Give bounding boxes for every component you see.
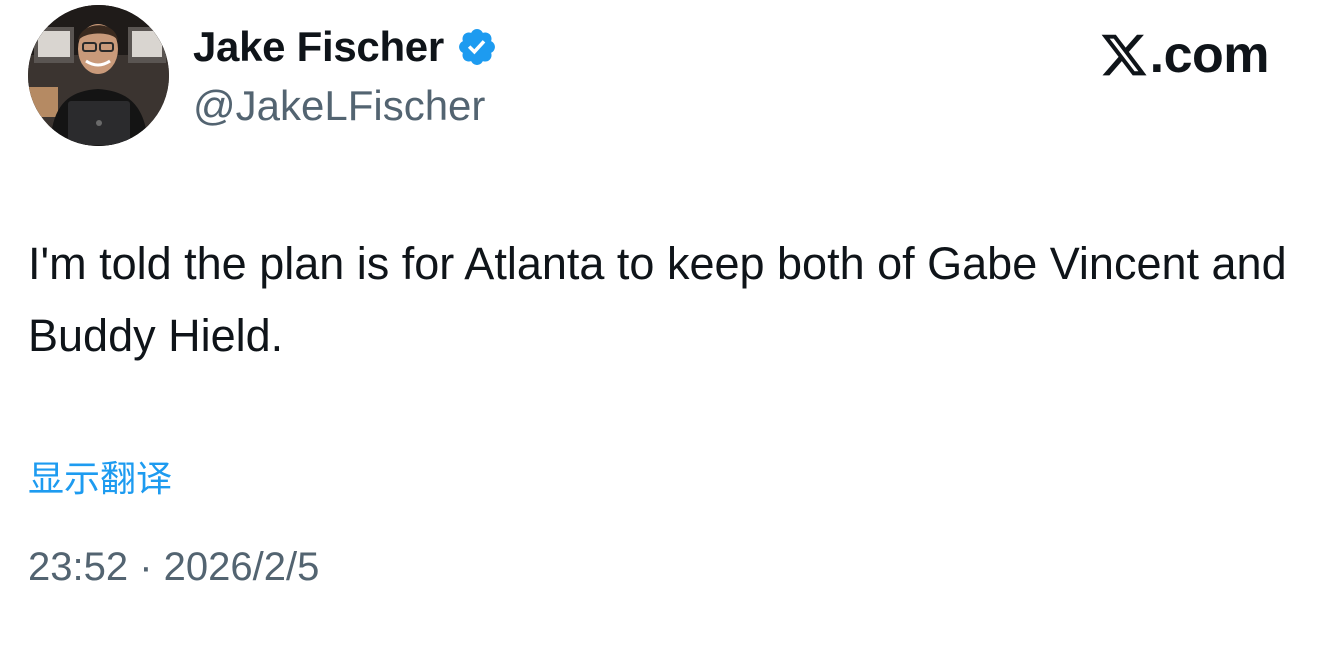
tweet-timestamp[interactable]: 23:52 · 2026/2/5 <box>28 545 319 590</box>
brand-domain-suffix: .com <box>1149 26 1270 84</box>
tweet-card: Jake Fischer @JakeLFischer .com I'm told… <box>0 0 1320 653</box>
author-info: Jake Fischer @JakeLFischer <box>193 20 498 130</box>
x-logo-icon <box>1099 30 1149 80</box>
verified-badge-icon <box>456 26 498 68</box>
tweet-text: I'm told the plan is for Atlanta to keep… <box>28 238 1287 361</box>
author-handle[interactable]: @JakeLFischer <box>193 82 498 130</box>
avatar-image <box>28 5 169 146</box>
avatar[interactable] <box>28 5 169 146</box>
show-translation-link[interactable]: 显示翻译 <box>28 450 172 502</box>
author-name-row: Jake Fischer <box>193 20 498 74</box>
brand-watermark: .com <box>1099 26 1270 84</box>
author-display-name[interactable]: Jake Fischer <box>193 23 444 71</box>
